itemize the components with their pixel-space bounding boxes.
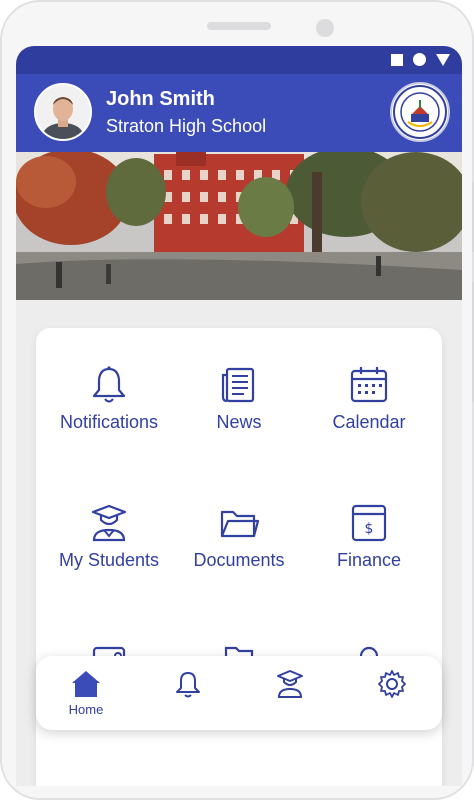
menu-label: Documents [193,550,285,570]
app-screen: John Smith Straton High School Notificat… [16,46,462,786]
menu-item-my-students[interactable]: My Students [44,502,174,571]
nav-students[interactable] [260,668,320,700]
home-status-icon [413,53,426,66]
menu-label: Notifications [59,412,159,432]
recents-icon [391,53,403,66]
menu-item-news[interactable]: News [174,364,304,433]
menu-label: My Students [58,550,160,570]
back-icon [436,53,450,66]
graduate-icon [91,504,127,542]
phone-camera [316,19,334,37]
profile-header: John Smith Straton High School [16,74,462,152]
status-bar [16,46,462,74]
campus-banner [16,152,462,300]
school-logo [390,82,450,142]
nav-home-label: Home [68,702,104,717]
calendar-icon [350,367,388,403]
bottom-navigation: Home [36,656,442,730]
menu-item-notifications[interactable]: Notifications [44,364,174,433]
folder-icon [220,510,260,538]
avatar[interactable] [34,83,92,141]
newspaper-icon [221,367,255,403]
menu-item-calendar[interactable]: Calendar [304,364,434,433]
bell-icon [92,366,126,403]
graduate-icon [277,670,303,698]
menu-label: Calendar [332,412,406,432]
home-icon [72,671,100,697]
nav-home[interactable]: Home [56,668,116,717]
school-name: Straton High School [106,116,267,136]
bell-icon [176,672,200,698]
nav-settings[interactable] [362,668,422,700]
phone-speaker [207,22,271,30]
menu-label: News [216,412,262,432]
user-name: John Smith [106,88,215,110]
finance-icon: $ [351,504,387,542]
phone-frame: John Smith Straton High School Notificat… [0,0,474,800]
menu-item-documents[interactable]: Documents [174,502,304,571]
menu-label: Finance [336,550,402,570]
gear-icon [378,670,406,698]
nav-notifications[interactable] [158,668,218,700]
svg-text:$: $ [365,521,374,537]
menu-item-finance[interactable]: $ Finance [304,502,434,571]
